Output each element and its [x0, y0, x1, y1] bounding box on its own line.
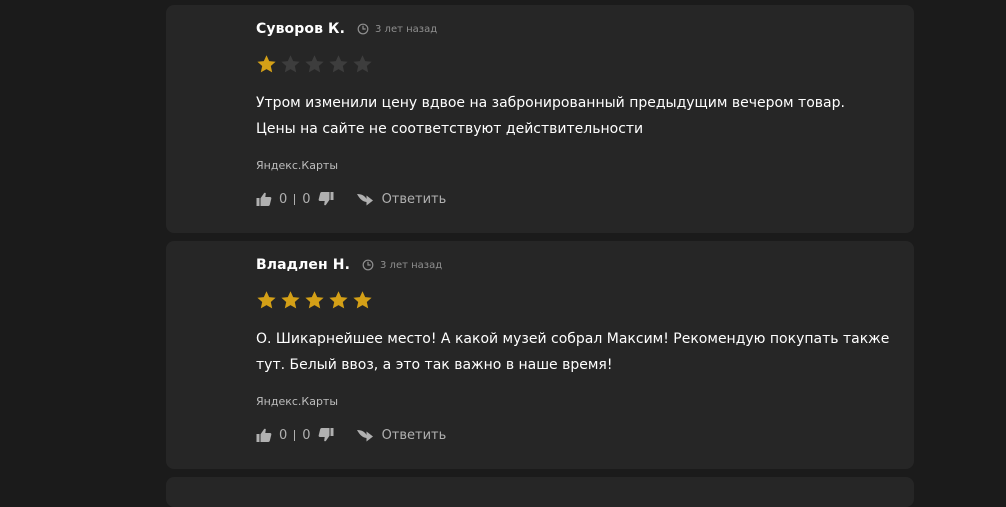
- reply-button[interactable]: Ответить: [356, 427, 447, 443]
- thumbs-down-icon[interactable]: [318, 427, 334, 443]
- star-filled-icon: [353, 291, 372, 309]
- review-text-line: Цены на сайте не соответствуют действите…: [256, 121, 644, 137]
- review-text-line: О. Шикарнейшее место! А какой музей собр…: [256, 331, 890, 347]
- review-header: Суворов К. 3 лет назад: [256, 21, 437, 37]
- review-text-line: тут. Белый ввоз, а это так важно в наше …: [256, 357, 613, 373]
- review-card: Владлен Н. 3 лет назад О. Шикарнейшее ме…: [166, 241, 914, 469]
- thumbs-up-icon[interactable]: [256, 191, 272, 207]
- vote-separator: [294, 193, 296, 205]
- review-text-line: Утром изменили цену вдвое на забронирова…: [256, 95, 845, 111]
- review-actions: 0 0 Ответить: [256, 191, 446, 207]
- star-filled-icon: [257, 291, 276, 309]
- star-filled-icon: [257, 55, 276, 73]
- clock-icon: [362, 259, 374, 271]
- rating-stars: [256, 290, 373, 311]
- reply-arrow-icon: [356, 194, 373, 206]
- star-empty-icon: [305, 55, 324, 73]
- dislike-count: 0: [302, 191, 311, 207]
- review-author: Суворов К.: [256, 21, 346, 37]
- review-header: Владлен Н. 3 лет назад: [256, 257, 442, 273]
- star-empty-icon: [329, 55, 348, 73]
- reply-label: Ответить: [381, 191, 447, 207]
- star-filled-icon: [305, 291, 324, 309]
- like-count: 0: [279, 427, 288, 443]
- reply-label: Ответить: [381, 427, 447, 443]
- star-empty-icon: [353, 55, 372, 73]
- thumbs-up-icon[interactable]: [256, 427, 272, 443]
- review-time: 3 лет назад: [380, 259, 443, 271]
- review-text: О. Шикарнейшее место! А какой музей собр…: [256, 326, 906, 378]
- star-filled-icon: [329, 291, 348, 309]
- reply-arrow-icon: [356, 430, 373, 442]
- reply-button[interactable]: Ответить: [356, 191, 447, 207]
- like-count: 0: [279, 191, 288, 207]
- review-time: 3 лет назад: [375, 23, 438, 35]
- star-filled-icon: [281, 291, 300, 309]
- review-source: Яндекс.Карты: [256, 395, 339, 408]
- rating-stars: [256, 54, 373, 75]
- vote-separator: [294, 429, 296, 441]
- review-author: Владлен Н.: [256, 257, 351, 273]
- review-text: Утром изменили цену вдвое на забронирова…: [256, 90, 906, 142]
- review-source: Яндекс.Карты: [256, 159, 339, 172]
- review-card: Суворов К. 3 лет назад Утром изменили це…: [166, 5, 914, 233]
- thumbs-down-icon[interactable]: [318, 191, 334, 207]
- review-actions: 0 0 Ответить: [256, 427, 446, 443]
- dislike-count: 0: [302, 427, 311, 443]
- star-empty-icon: [281, 55, 300, 73]
- clock-icon: [357, 23, 369, 35]
